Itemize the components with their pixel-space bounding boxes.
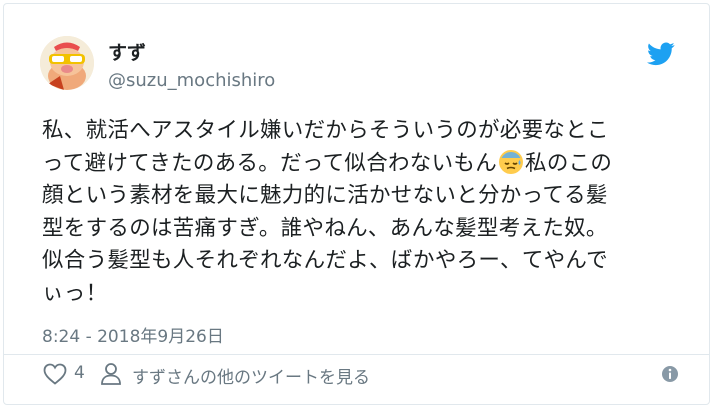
tweet-line-part: って避けてきたのある。だって似合わないもん (42, 150, 498, 176)
user-handle[interactable]: @suzu_mochishiro (108, 70, 275, 91)
tweet-line: 顔という素材を最大に魅力的に活かせないと分かってる髪 (42, 183, 608, 208)
person-icon[interactable] (100, 362, 122, 386)
tweet-actions: 4 すずさんの他のツイートを見る (42, 360, 679, 390)
twitter-bird-icon[interactable] (647, 42, 675, 66)
sweat-face-icon (498, 149, 524, 175)
tweet-line: 型をするのは苦痛すぎ。誰やねん、あんな髪型考えた奴。 (42, 215, 608, 241)
tweet-line: って避けてきたのある。だって似合わないもん 私のこの (42, 148, 682, 181)
display-name[interactable]: すず (108, 38, 146, 65)
tweet-timestamp[interactable]: 8:24 - 2018年9月26日 (42, 322, 224, 347)
tweet-text: 私、就活へアスタイル嫌いだからそういうのが必要なとこ って避けてきたのある。だっ… (42, 115, 682, 310)
tweet-line-part: 私のこの (525, 150, 613, 176)
avatar-image (40, 36, 94, 90)
info-icon[interactable] (661, 365, 679, 383)
tweet-line: 私、就活へアスタイル嫌いだからそういうのが必要なとこ (42, 118, 609, 143)
more-tweets-link[interactable]: すずさんの他のツイートを見る (132, 363, 370, 388)
avatar[interactable] (40, 36, 94, 90)
tweet-line: 似合う髪型も人それぞれなんだよ、ばかやろー、てやんで (42, 248, 608, 273)
tweet-card: すず @suzu_mochishiro 私、就活へアスタイル嫌いだからそういうの… (3, 3, 710, 405)
divider (4, 354, 709, 355)
like-count[interactable]: 4 (74, 363, 85, 383)
tweet-header: すず @suzu_mochishiro (40, 34, 679, 98)
tweet-line: ぃっ！ (42, 280, 108, 306)
heart-icon[interactable] (42, 362, 68, 386)
